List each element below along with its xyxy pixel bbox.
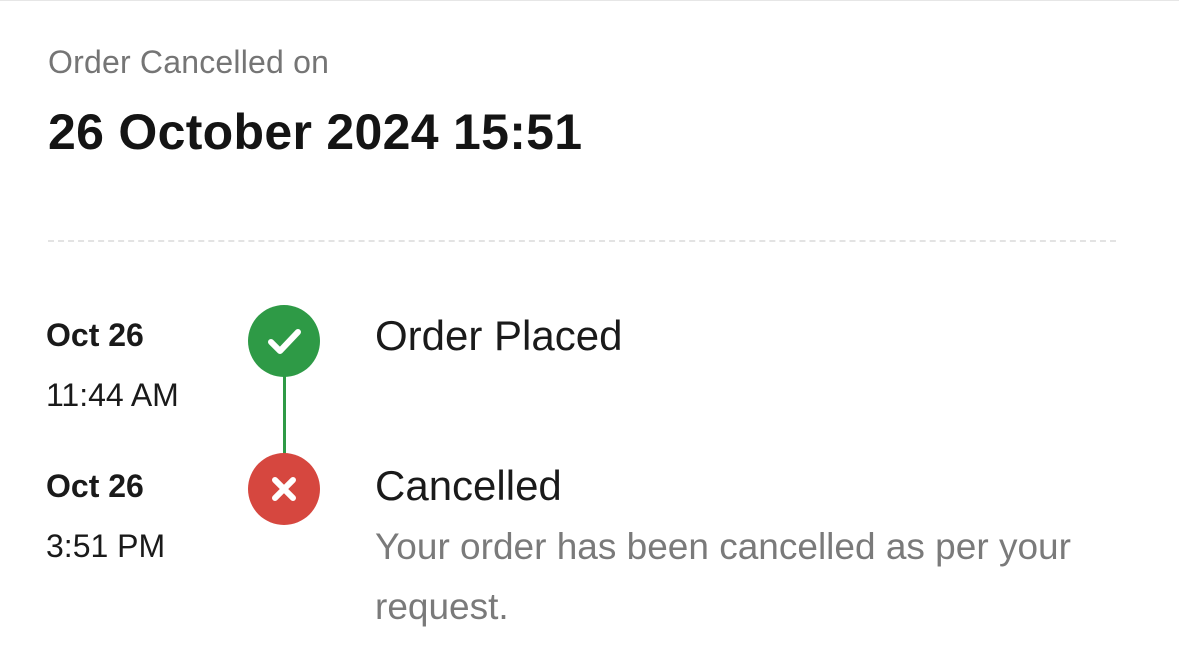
order-timeline: Oct 26 11:44 AM Order Placed Oct 26 3:51… [0, 0, 1179, 657]
event-time: 11:44 AM [46, 377, 179, 413]
event-title: Order Placed [375, 312, 623, 359]
close-icon [248, 453, 320, 525]
event-description: Your order has been cancelled as per you… [375, 526, 1071, 627]
timeline-connector [283, 376, 286, 456]
event-date: Oct 26 [46, 317, 144, 353]
event-time: 3:51 PM [46, 528, 166, 564]
event-title: Cancelled [375, 462, 562, 509]
event-date: Oct 26 [46, 468, 144, 504]
check-icon [248, 305, 320, 377]
